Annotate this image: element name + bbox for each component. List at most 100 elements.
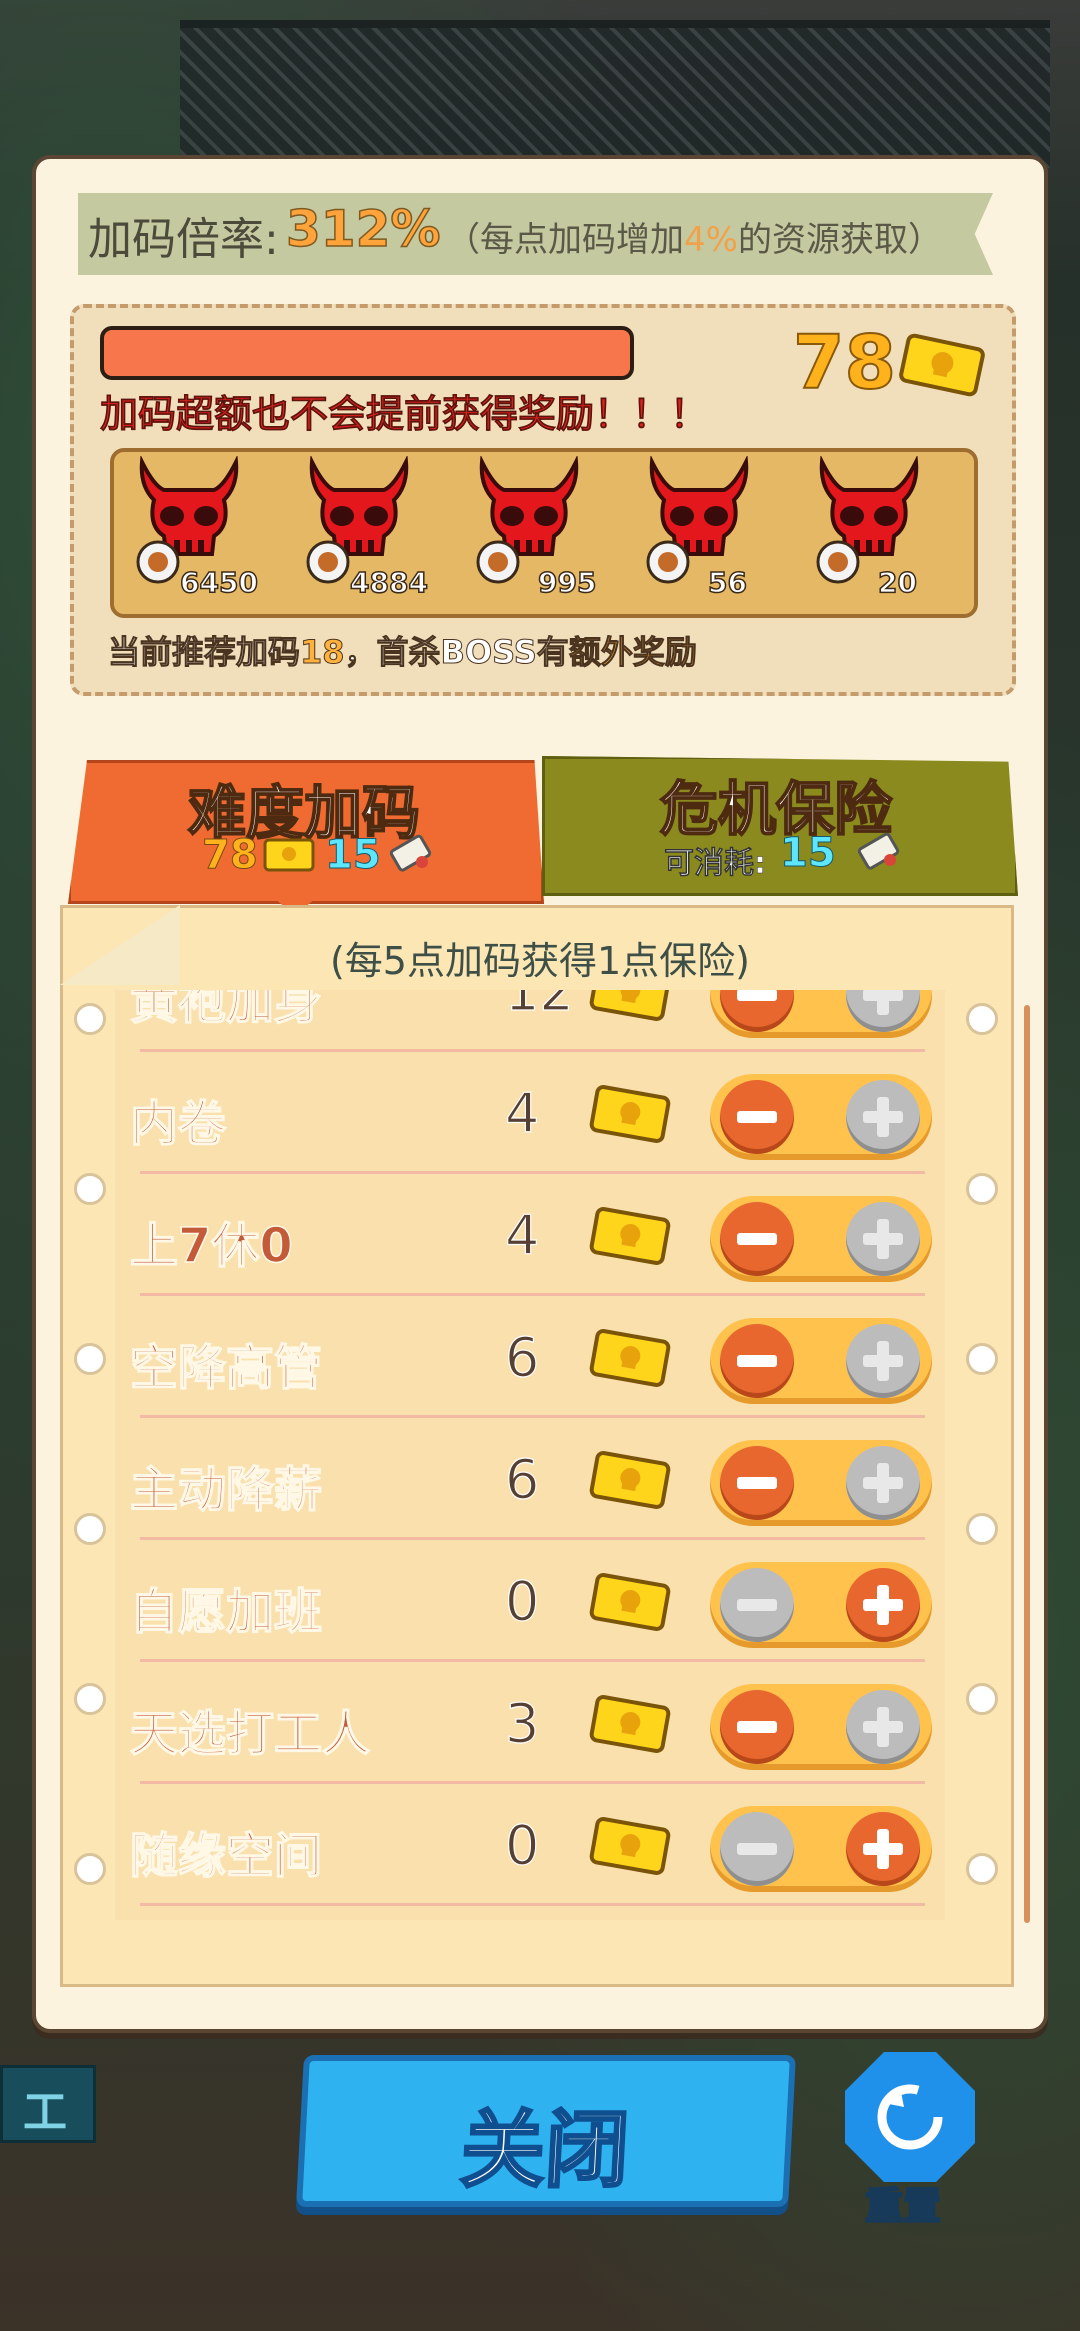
rate-value: 312% [285,199,441,259]
boss-reward-count: 995 [537,565,597,600]
crown-icon [816,540,860,584]
boss-slot[interactable]: 20 [808,456,928,601]
rate-label: 加码倍率: [88,214,279,265]
modifier-value: 6 [504,1447,540,1511]
plus-icon-vertical [877,1585,889,1625]
modifier-value: 0 [504,1569,540,1633]
close-button[interactable]: 关闭 [296,2055,796,2207]
plus-icon-vertical [877,1707,889,1747]
minus-icon [737,1721,777,1733]
reset-button[interactable] [845,2052,975,2182]
plus-button[interactable] [846,1568,920,1642]
plane-icon [476,540,520,584]
binder-hole [74,1343,106,1375]
tab-difficulty-scrolls: 15 [325,832,382,879]
modifier-row: 随缘空间 0 [115,1784,945,1906]
ticket-icon [589,1207,671,1265]
plus-button[interactable] [846,990,920,1032]
boss-slot[interactable]: 995 [468,456,597,601]
binder-hole [74,1003,106,1035]
modifier-name: 随缘空间 [129,1827,323,1885]
boss-reward-count: 6450 [179,565,258,600]
insurance-note: (每5点加码获得1点保险) [329,939,750,983]
reset-label: 重置 [864,2183,942,2229]
plus-button[interactable] [846,1446,920,1520]
boss-slot[interactable]: 6450 [128,456,259,601]
minus-icon [737,1233,777,1245]
modifier-name: 上7休0 [129,1217,293,1275]
minus-button[interactable] [720,1690,794,1764]
ticket-icon [589,1085,671,1143]
binder-hole [74,1683,106,1715]
minus-icon [737,1355,777,1367]
ticket-icon [589,1817,671,1875]
binder-hole [74,1173,106,1205]
modifier-value: 4 [504,1081,540,1145]
modifier-name: 自愿加班 [129,1583,323,1641]
binder-hole [966,1683,998,1715]
modifier-stepper [710,1440,932,1526]
minus-icon [737,1843,777,1855]
modifier-stepper [710,990,932,1038]
ticket-count: 78 [792,319,897,407]
modifier-stepper [710,1074,932,1160]
plus-icon-vertical [877,1341,889,1381]
side-button[interactable]: 工 [0,2065,96,2143]
modifier-name: 主动降薪 [129,1461,323,1519]
plus-button[interactable] [846,1324,920,1398]
minus-icon [737,1111,777,1123]
plus-button[interactable] [846,1202,920,1276]
ticket-icon [263,838,315,872]
tab-difficulty-tickets: 78 [202,832,259,879]
modifier-row: 内卷 4 [115,1052,945,1174]
background-fence [180,20,1050,168]
modifier-value: 12 [504,990,574,1024]
minus-button[interactable] [720,990,794,1032]
boss-reward-count: 20 [877,565,917,600]
minus-button[interactable] [720,1568,794,1642]
scroll-icon [857,832,900,870]
recommend-text: 当前推荐加码18，首杀BOSS有额外奖励 [107,633,697,672]
boss-reward-count: 4884 [349,565,428,600]
boss-slot[interactable]: 4884 [298,456,429,601]
minus-button[interactable] [720,1202,794,1276]
modifier-row: 自愿加班 0 [115,1540,945,1662]
close-label: 关闭 [457,2100,633,2201]
minus-button[interactable] [720,1324,794,1398]
binder-hole [74,1513,106,1545]
modifier-row: 空降高管 6 [115,1296,945,1418]
modifier-name: 天选打工人 [129,1705,371,1763]
minus-button[interactable] [720,1812,794,1886]
modifier-stepper [710,1562,932,1648]
plus-icon-vertical [877,1463,889,1503]
plus-button[interactable] [846,1080,920,1154]
modifier-list[interactable]: 黄袍加身 12 内卷 4 上7休0 4 空降高管 6 主动降薪 6 自愿加班 0 天选打工人 3 随缘空间 0 [115,990,945,1920]
plus-icon-vertical [877,1097,889,1137]
bolt-icon [306,540,350,584]
binder-hole [966,1343,998,1375]
boss-reward-count: 56 [707,565,747,600]
modifier-stepper [710,1806,932,1892]
ticket-icon [589,1329,671,1387]
potion-icon [646,540,690,584]
minus-button[interactable] [720,1080,794,1154]
modifier-value: 3 [504,1691,540,1755]
progress-bar [100,326,634,380]
ticket-icon [589,990,671,1021]
boss-slot[interactable]: 56 [638,456,758,601]
minus-button[interactable] [720,1446,794,1520]
modifier-name: 内卷 [129,1095,227,1153]
ticket-icon [589,1573,671,1631]
rate-note: （每点加码增加4%的资源获取） [446,220,942,260]
tab-insurance-scrolls: 15 [780,830,837,877]
list-scrollbar[interactable] [1024,1005,1030,1923]
ticket-icon [589,1451,671,1509]
plus-button[interactable] [846,1690,920,1764]
row-divider [140,1903,925,1906]
plus-button[interactable] [846,1812,920,1886]
modifier-stepper [710,1684,932,1770]
ticket-icon [589,1695,671,1753]
binder-hole [966,1513,998,1545]
modifier-row: 天选打工人 3 [115,1662,945,1784]
minus-icon [737,990,777,1001]
